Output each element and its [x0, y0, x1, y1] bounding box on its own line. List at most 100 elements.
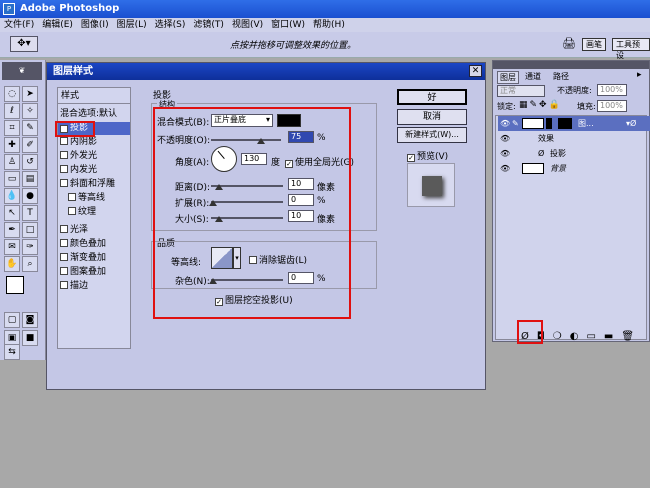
- move-tool-preset-icon[interactable]: ✥▾: [10, 36, 38, 52]
- tool-presets-tab[interactable]: 工具预设: [612, 38, 650, 60]
- ok-button[interactable]: 好: [397, 89, 467, 105]
- eye-icon[interactable]: 👁: [500, 161, 510, 176]
- style-label: 混合选项:默认: [60, 109, 118, 119]
- gradient-tool-icon[interactable]: ▤: [22, 171, 38, 187]
- menu-file[interactable]: 文件(F): [4, 18, 34, 32]
- quick-mask-icon[interactable]: ◙: [22, 312, 38, 328]
- style-label: 渐变叠加: [70, 253, 107, 263]
- preview-checkbox[interactable]: ✓ 预览(V): [407, 149, 448, 162]
- background-thumbnail: [522, 163, 544, 174]
- style-blending-options[interactable]: 混合选项:默认: [60, 108, 117, 121]
- cancel-button[interactable]: 取消: [397, 109, 467, 125]
- menu-help[interactable]: 帮助(H): [313, 18, 345, 32]
- style-pattern-overlay[interactable]: 图案叠加: [60, 266, 106, 279]
- crop-tool-icon[interactable]: ⌗: [4, 120, 20, 136]
- style-label: 等高线: [78, 193, 106, 203]
- options-hint: 点按并拖移可调整效果的位置。: [230, 41, 357, 51]
- eyedropper-icon[interactable]: ✑: [22, 239, 38, 255]
- lasso-tool-icon[interactable]: ℓ: [4, 103, 20, 119]
- styles-header[interactable]: 样式: [58, 88, 130, 104]
- opacity-input[interactable]: 100%: [597, 84, 627, 96]
- style-contour[interactable]: 等高线: [68, 192, 105, 205]
- style-satin[interactable]: 光泽: [60, 224, 88, 237]
- imageready-icon[interactable]: ⇆: [4, 344, 20, 360]
- panel-menu-icon[interactable]: ▸: [637, 70, 642, 80]
- style-stroke[interactable]: 描边: [60, 280, 88, 293]
- style-inner-shadow[interactable]: 内阴影: [60, 136, 97, 149]
- layer-row-1[interactable]: 👁 ✎ 图... ▾Ø: [498, 116, 650, 131]
- eye-icon[interactable]: 👁: [500, 131, 510, 146]
- shape-tool-icon[interactable]: □: [22, 222, 38, 238]
- foreground-color-swatch[interactable]: [6, 276, 24, 294]
- notes-tool-icon[interactable]: ✉: [4, 239, 20, 255]
- brush-icon: ✎: [512, 119, 519, 128]
- checkbox-icon[interactable]: [60, 179, 68, 187]
- checkbox-icon[interactable]: [60, 281, 68, 289]
- eraser-tool-icon[interactable]: ▭: [4, 171, 20, 187]
- checkbox-icon[interactable]: [68, 207, 76, 215]
- menu-select[interactable]: 选择(S): [155, 18, 186, 32]
- checkbox-icon[interactable]: [60, 151, 68, 159]
- layers-list: 👁 ✎ 图... ▾Ø 👁 效果 👁 Ø 投影 👁 背景: [495, 115, 650, 340]
- tab-layers[interactable]: 图层: [497, 71, 519, 84]
- menu-layer[interactable]: 图层(L): [117, 18, 147, 32]
- hand-tool-icon[interactable]: ✋: [4, 256, 20, 272]
- style-label: 斜面和浮雕: [70, 179, 116, 189]
- style-label: 颜色叠加: [70, 239, 107, 249]
- effect-drop-shadow-row[interactable]: 👁 Ø 投影: [498, 146, 650, 161]
- menu-edit[interactable]: 编辑(E): [42, 18, 73, 32]
- slice-tool-icon[interactable]: ✎: [22, 120, 38, 136]
- style-color-overlay[interactable]: 颜色叠加: [60, 238, 106, 251]
- preview-label: 预览(V): [417, 152, 449, 162]
- checkbox-checked-icon[interactable]: ✓: [407, 154, 415, 162]
- lock-icons[interactable]: ▦✎✥🔒: [519, 100, 562, 110]
- new-style-button[interactable]: 新建样式(W)...: [397, 127, 467, 143]
- path-select-icon[interactable]: ↖: [4, 205, 20, 221]
- fullscreen-mode-icon[interactable]: ■: [22, 330, 38, 346]
- stamp-tool-icon[interactable]: ♙: [4, 154, 20, 170]
- background-layer-row[interactable]: 👁 背景: [498, 161, 650, 176]
- style-label: 图案叠加: [70, 267, 107, 277]
- style-label: 纹理: [78, 207, 97, 217]
- type-tool-icon[interactable]: T: [22, 205, 38, 221]
- blur-tool-icon[interactable]: 💧: [4, 188, 20, 204]
- move-tool-icon[interactable]: ➤: [22, 86, 38, 102]
- checkbox-icon[interactable]: [60, 165, 68, 173]
- menu-view[interactable]: 视图(V): [232, 18, 263, 32]
- standard-mode-icon[interactable]: ▢: [4, 312, 20, 328]
- healing-brush-icon[interactable]: ✚: [4, 137, 20, 153]
- printer-icon[interactable]: 🖨: [562, 37, 576, 50]
- effects-row[interactable]: 👁 效果: [498, 131, 650, 146]
- marquee-tool-icon[interactable]: ◌: [4, 86, 20, 102]
- pen-tool-icon[interactable]: ✒: [4, 222, 20, 238]
- style-outer-glow[interactable]: 外发光: [60, 150, 97, 163]
- blend-mode-select[interactable]: 正常: [497, 85, 545, 97]
- tab-paths[interactable]: 路径: [551, 71, 571, 82]
- checkbox-icon[interactable]: [60, 137, 68, 145]
- window-titlebar: Adobe Photoshop: [0, 0, 650, 18]
- style-gradient-overlay[interactable]: 渐变叠加: [60, 252, 106, 265]
- style-inner-glow[interactable]: 内发光: [60, 164, 97, 177]
- effects-toggle-icon[interactable]: ▾Ø: [626, 116, 636, 131]
- dodge-tool-icon[interactable]: ●: [22, 188, 38, 204]
- checkbox-icon[interactable]: [68, 193, 76, 201]
- checkbox-icon[interactable]: [60, 267, 68, 275]
- brushes-tab[interactable]: 画笔: [582, 38, 606, 51]
- history-brush-icon[interactable]: ↺: [22, 154, 38, 170]
- menu-window[interactable]: 窗口(W): [271, 18, 305, 32]
- checkbox-icon[interactable]: [60, 225, 68, 233]
- fill-input[interactable]: 100%: [597, 100, 627, 112]
- magic-wand-icon[interactable]: ✧: [22, 103, 38, 119]
- checkbox-icon[interactable]: [60, 253, 68, 261]
- eye-icon[interactable]: 👁: [500, 146, 510, 161]
- style-bevel-emboss[interactable]: 斜面和浮雕: [60, 178, 115, 191]
- zoom-tool-icon[interactable]: ⌕: [22, 256, 38, 272]
- close-icon[interactable]: ✕: [469, 65, 482, 77]
- eye-icon[interactable]: 👁: [500, 116, 510, 131]
- tab-channels[interactable]: 通道: [523, 71, 543, 82]
- style-texture[interactable]: 纹理: [68, 206, 96, 219]
- brush-tool-icon[interactable]: ✐: [22, 137, 38, 153]
- checkbox-icon[interactable]: [60, 239, 68, 247]
- menu-filter[interactable]: 滤镜(T): [193, 18, 224, 32]
- menu-image[interactable]: 图像(I): [81, 18, 109, 32]
